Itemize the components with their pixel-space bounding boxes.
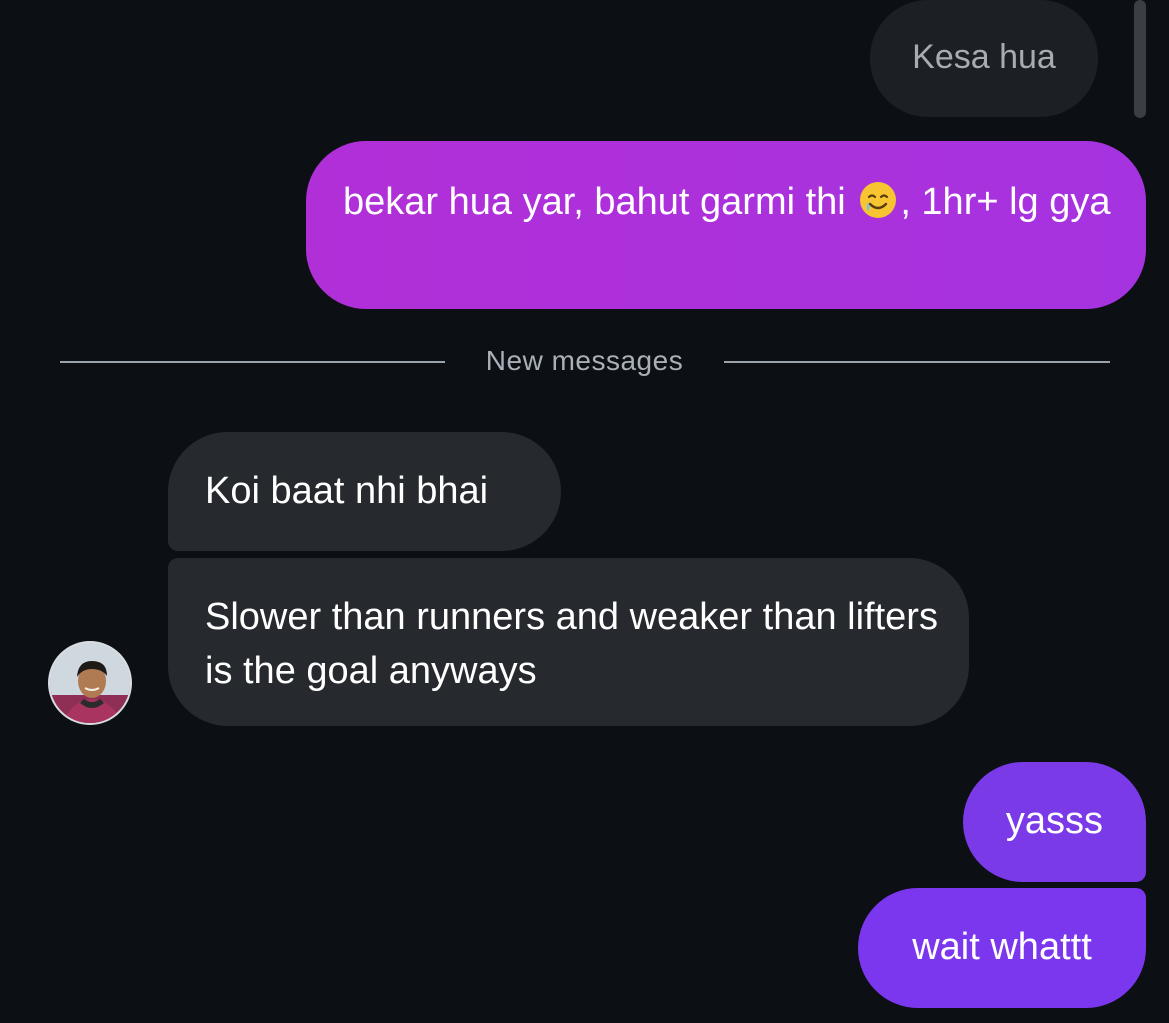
- message-bubble-sent-previous[interactable]: Kesa hua: [870, 0, 1098, 117]
- message-text: yasss: [1005, 800, 1104, 842]
- message-bubble-received[interactable]: Slower than runners and weaker than lift…: [168, 558, 969, 726]
- chat-screen: Kesa hua bekar hua yar, bahut garmi thi …: [0, 0, 1169, 1023]
- message-bubble-sent[interactable]: yasss: [963, 762, 1146, 882]
- message-text: Slower than runners and weaker than lift…: [205, 596, 938, 692]
- scrollbar[interactable]: [1134, 0, 1146, 118]
- message-text: bekar hua yar, bahut garmi thi: [343, 181, 846, 223]
- avatar[interactable]: [48, 641, 132, 725]
- message-text: Kesa hua: [912, 38, 1056, 76]
- new-messages-divider-label: New messages: [485, 345, 684, 376]
- divider-line-left: [60, 361, 445, 363]
- message-text: wait whattt: [912, 926, 1092, 968]
- message-text: Koi baat nhi bhai: [205, 470, 489, 512]
- profile-photo-icon: [50, 643, 130, 723]
- message-text-continued: , 1hr+ lg gya: [900, 181, 1111, 223]
- message-bubble-sent[interactable]: wait whattt: [858, 888, 1146, 1008]
- message-bubble-received[interactable]: Koi baat nhi bhai: [168, 432, 561, 551]
- message-bubble-sent[interactable]: bekar hua yar, bahut garmi thi , 1hr+ lg…: [306, 141, 1146, 309]
- smiling-face-with-tear-icon: [860, 182, 897, 218]
- divider-line-right: [724, 361, 1110, 363]
